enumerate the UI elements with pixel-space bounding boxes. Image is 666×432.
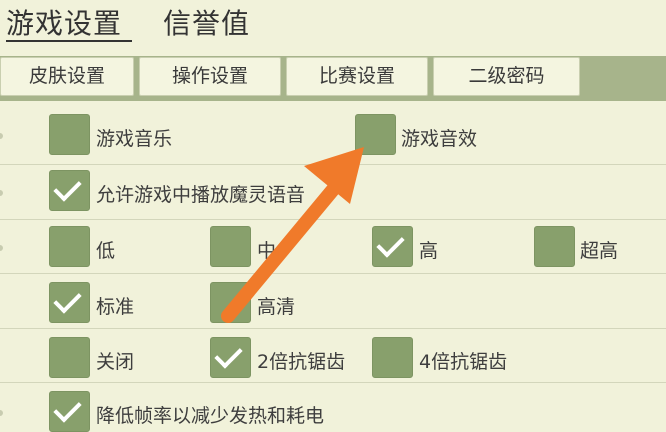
quality-ultra-checkbox[interactable] [534, 226, 575, 267]
game-sfx-label: 游戏音效 [401, 128, 478, 150]
antialias-off-checkbox[interactable] [49, 337, 90, 378]
quality-medium-label: 中 [257, 240, 277, 262]
quality-low-checkbox[interactable] [49, 226, 90, 267]
row-divider [0, 219, 666, 220]
resolution-standard-checkbox[interactable] [49, 282, 90, 323]
antialias-2x-checkbox[interactable] [210, 337, 251, 378]
quality-medium-checkbox[interactable] [210, 226, 251, 267]
antialias-4x-checkbox[interactable] [372, 337, 413, 378]
tab-game-settings[interactable]: 游戏设置 [6, 2, 122, 42]
resolution-standard-label: 标准 [96, 296, 135, 318]
antialias-off-label: 关闭 [96, 351, 135, 373]
row-divider [0, 273, 666, 274]
row-divider [0, 328, 666, 329]
tab-secondary-password[interactable]: 二级密码 [433, 57, 580, 96]
allow-voice-label: 允许游戏中播放魔灵语音 [96, 184, 306, 206]
game-music-checkbox[interactable] [49, 114, 90, 155]
antialias-4x-label: 4倍抗锯齿 [419, 351, 508, 373]
row-divider [0, 164, 666, 165]
game-sfx-checkbox[interactable] [355, 114, 396, 155]
tab-match-settings[interactable]: 比赛设置 [286, 57, 428, 96]
low-fps-label: 降低帧率以减少发热和耗电 [96, 405, 325, 427]
tab-control-settings[interactable]: 操作设置 [139, 57, 281, 96]
active-tab-underline [6, 40, 132, 42]
antialias-2x-label: 2倍抗锯齿 [257, 351, 346, 373]
tab-skin-settings[interactable]: 皮肤设置 [0, 57, 134, 96]
resolution-hd-label: 高清 [257, 296, 296, 318]
row-marker [0, 245, 3, 251]
tab-credit[interactable]: 信誉值 [163, 2, 250, 42]
low-fps-checkbox[interactable] [49, 391, 90, 432]
row-marker [0, 410, 3, 416]
row-marker [0, 190, 3, 196]
row-divider [0, 382, 666, 383]
resolution-hd-checkbox[interactable] [210, 282, 251, 323]
quality-high-checkbox[interactable] [372, 226, 413, 267]
allow-voice-checkbox[interactable] [49, 170, 90, 211]
row-marker [0, 133, 3, 139]
quality-high-label: 高 [419, 240, 439, 262]
game-music-label: 游戏音乐 [96, 128, 173, 150]
quality-ultra-label: 超高 [580, 240, 619, 262]
quality-low-label: 低 [96, 240, 116, 262]
